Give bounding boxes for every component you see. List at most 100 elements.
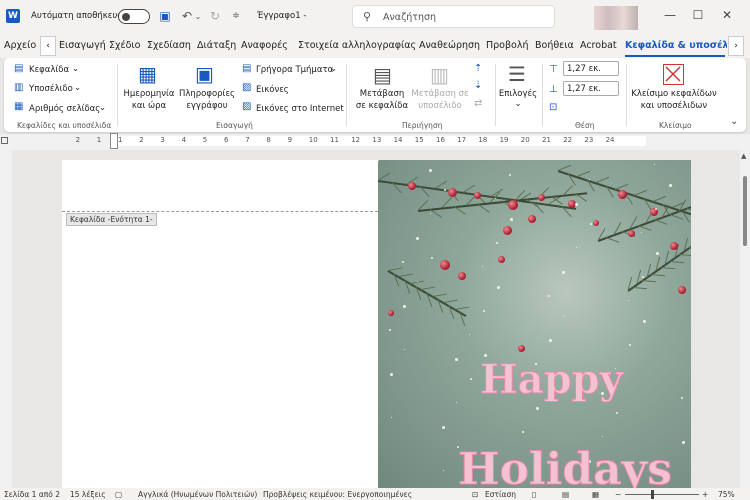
close-label-2: και υποσέλιδων — [640, 101, 708, 111]
tab-review[interactable]: Αναθεώρηση — [419, 40, 480, 51]
pine-needle — [454, 306, 469, 310]
zoom-slider-thumb[interactable] — [651, 490, 654, 499]
undo-dropdown-icon[interactable]: ⌄ — [194, 9, 202, 24]
bokeh-spark — [642, 276, 644, 278]
close-label-1: Κλείσιμο κεφαλίδων — [631, 89, 717, 99]
pine-needle — [652, 195, 667, 202]
bokeh-spark — [391, 417, 392, 418]
document-title[interactable]: Έγγραφο1 - — [257, 11, 306, 21]
customize-qat-icon[interactable]: ≑ — [230, 9, 242, 24]
tab-layout[interactable]: Διάταξη — [197, 40, 236, 51]
holly-berry — [518, 345, 525, 352]
link-to-previous-icon[interactable]: ⇄ — [474, 98, 482, 109]
status-word-count[interactable]: 15 λέξεις — [70, 490, 106, 499]
goto-footer-label-2: υποσέλιδο — [418, 101, 462, 111]
tabs-scroll-left-icon[interactable]: ‹ — [40, 36, 56, 56]
bokeh-spark — [497, 286, 500, 289]
footer-button[interactable]: Υποσέλιδο — [29, 84, 73, 94]
search-box[interactable]: ⚲ Αναζήτηση — [352, 5, 555, 28]
zoom-out-icon[interactable]: − — [615, 490, 621, 499]
chevron-down-icon[interactable]: ⌄ — [497, 98, 539, 110]
close-header-footer-icon[interactable] — [663, 64, 684, 85]
holly-berry — [628, 230, 635, 237]
indent-marker-icon[interactable] — [110, 133, 118, 149]
header-button[interactable]: Κεφαλίδα — [29, 65, 69, 75]
tab-file[interactable]: Αρχείο — [4, 40, 36, 51]
chevron-down-icon[interactable]: ⌄ — [330, 64, 337, 74]
tab-mailings[interactable]: Στοιχεία αλληλογραφίας — [298, 40, 416, 51]
footer-position-icon: ⊥ — [549, 84, 558, 95]
chevron-down-icon[interactable]: ⌄ — [72, 64, 79, 74]
redo-icon[interactable]: ↻ — [207, 9, 223, 24]
tab-design[interactable]: Σχεδίαση — [147, 40, 191, 51]
web-layout-icon[interactable]: ▦ — [592, 490, 599, 499]
scrollbar-thumb[interactable] — [743, 176, 747, 246]
print-layout-icon[interactable]: ▤ — [562, 490, 569, 499]
tab-header-footer[interactable]: Κεφαλίδα & υποσέλι — [625, 40, 727, 51]
close-header-footer-button[interactable]: Κλείσιμο κεφαλίδων και υποσέλιδων — [628, 88, 720, 112]
status-language[interactable]: Αγγλικά (Ηνωμένων Πολιτειών) — [138, 490, 257, 499]
date-time-label-1: Ημερομηνία — [123, 89, 175, 99]
page-number-button[interactable]: Αριθμός σελίδας — [29, 104, 100, 114]
vertical-ruler[interactable] — [0, 150, 12, 490]
tab-view[interactable]: Προβολή — [486, 40, 529, 51]
tab-help[interactable]: Βοήθεια — [535, 40, 574, 51]
read-mode-icon[interactable]: ▯ — [532, 490, 536, 499]
tab-draw[interactable]: Σχέδιο — [109, 40, 140, 51]
chevron-down-icon[interactable]: ⌄ — [74, 83, 81, 93]
bokeh-spark — [455, 358, 458, 361]
goto-header-button[interactable]: Μετάβαση σε κεφαλίδα — [352, 88, 412, 112]
tabs-scroll-right-icon[interactable]: › — [728, 36, 744, 56]
collapse-ribbon-icon[interactable]: ⌄ — [730, 116, 738, 127]
quick-parts-icon: ▤ — [242, 63, 252, 74]
tab-selector-icon[interactable] — [1, 137, 8, 144]
date-time-button[interactable]: Ημερομηνία και ώρα — [122, 88, 176, 112]
bokeh-spark — [548, 295, 550, 297]
chevron-down-icon[interactable]: ⌄ — [99, 103, 106, 113]
pictures-button[interactable]: Εικόνες — [256, 85, 289, 95]
bokeh-spark — [469, 334, 470, 335]
tab-acrobat[interactable]: Acrobat — [580, 40, 617, 51]
status-page-count[interactable]: Σελίδα 1 από 2 — [4, 490, 60, 499]
group-divider — [626, 64, 627, 126]
goto-header-label-2: σε κεφαλίδα — [355, 101, 409, 111]
minimize-icon[interactable]: — — [660, 8, 680, 22]
goto-footer-button[interactable]: Μετάβαση σε υποσέλιδο — [410, 88, 470, 112]
bokeh-spark — [417, 281, 418, 282]
previous-section-icon[interactable]: ⇡ — [474, 63, 482, 74]
online-pictures-button[interactable]: Εικόνες στο Internet — [256, 104, 344, 114]
search-input[interactable]: Αναζήτηση — [383, 12, 436, 23]
tab-references[interactable]: Αναφορές — [241, 40, 288, 51]
align-tab-icon[interactable]: ⊡ — [549, 102, 557, 113]
document-info-label-1: Πληροφορίες — [178, 89, 236, 99]
tab-insert[interactable]: Εισαγωγή — [59, 40, 106, 51]
ruler-number: 16 — [436, 136, 445, 144]
bokeh-spark — [654, 164, 655, 165]
zoom-slider[interactable] — [625, 494, 699, 495]
save-icon[interactable]: ▣ — [157, 9, 173, 24]
header-position-field[interactable]: 1,27 εκ. — [563, 61, 619, 76]
zoom-in-icon[interactable]: + — [702, 490, 708, 499]
next-section-icon[interactable]: ⇣ — [474, 80, 482, 91]
bokeh-spark — [616, 412, 618, 414]
document-info-button[interactable]: Πληροφορίες εγγράφου — [178, 88, 236, 112]
proofing-icon[interactable]: ▢ — [115, 490, 122, 499]
focus-icon[interactable]: ⊡ — [472, 490, 478, 499]
autosave-toggle[interactable] — [118, 9, 150, 24]
holiday-photo[interactable]: Happy Holidays — [378, 160, 691, 490]
maximize-icon[interactable]: ☐ — [688, 8, 708, 22]
bokeh-spark — [669, 184, 672, 187]
focus-button[interactable]: Εστίαση — [485, 490, 516, 499]
group-label-insert: Εισαγωγή — [216, 121, 253, 130]
ruler-number: 17 — [457, 136, 467, 144]
ruler-number: 7 — [245, 136, 250, 144]
status-text-predictions[interactable]: Προβλέψεις κειμένου: Ενεργοποιημένες — [263, 490, 412, 499]
holly-berry — [593, 220, 599, 226]
undo-icon[interactable]: ↶ — [179, 9, 195, 24]
quick-parts-button[interactable]: Γρήγορα Τμήματα — [256, 65, 333, 75]
scroll-up-icon[interactable]: ▲ — [741, 152, 746, 160]
zoom-level[interactable]: 75% — [718, 490, 735, 499]
avatar[interactable] — [594, 6, 638, 30]
footer-position-field[interactable]: 1,27 εκ. — [563, 81, 619, 96]
close-icon[interactable]: ✕ — [717, 8, 737, 22]
